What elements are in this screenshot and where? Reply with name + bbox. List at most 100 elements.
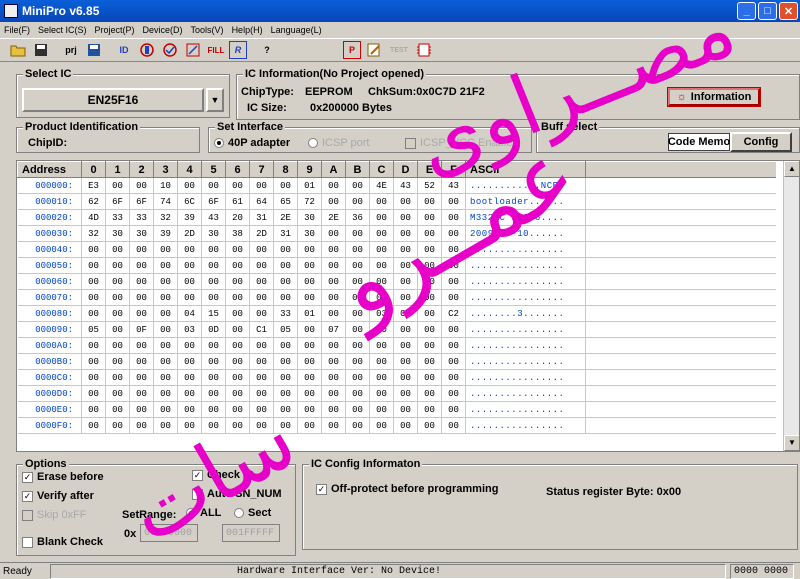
hex-byte-cell[interactable]: 00: [297, 417, 322, 434]
hex-byte-cell[interactable]: 64: [249, 193, 274, 210]
hex-byte-cell[interactable]: 00: [129, 289, 154, 306]
hex-byte-cell[interactable]: 00: [417, 337, 442, 354]
hex-byte-cell[interactable]: 00: [129, 385, 154, 402]
hex-byte-cell[interactable]: 00: [249, 401, 274, 418]
hex-byte-cell[interactable]: 00: [417, 289, 442, 306]
hex-byte-cell[interactable]: 00: [249, 241, 274, 258]
hex-byte-cell[interactable]: 4E: [369, 177, 394, 194]
hex-byte-cell[interactable]: 00: [393, 417, 418, 434]
hex-byte-cell[interactable]: 00: [129, 177, 154, 194]
hex-byte-cell[interactable]: 00: [153, 369, 178, 386]
hex-byte-cell[interactable]: 00: [249, 353, 274, 370]
range-start-input[interactable]: 00000000: [140, 524, 198, 542]
hex-byte-cell[interactable]: 00: [369, 417, 394, 434]
hex-byte-cell[interactable]: 36: [345, 209, 370, 226]
hex-byte-cell[interactable]: 00: [81, 369, 106, 386]
hex-byte-cell[interactable]: 00: [441, 385, 466, 402]
hex-byte-cell[interactable]: 04: [177, 305, 202, 322]
hex-byte-cell[interactable]: 07: [321, 321, 346, 338]
fill-icon[interactable]: FILL: [206, 40, 226, 60]
hex-byte-cell[interactable]: 31: [249, 209, 274, 226]
menu-device[interactable]: Device(D): [143, 25, 183, 35]
hex-byte-cell[interactable]: 20: [225, 209, 250, 226]
hex-byte-cell[interactable]: 74: [153, 193, 178, 210]
hex-byte-cell[interactable]: 00: [273, 353, 298, 370]
hex-byte-cell[interactable]: 00: [393, 225, 418, 242]
hex-byte-cell[interactable]: 00: [393, 385, 418, 402]
hex-byte-cell[interactable]: 00: [345, 241, 370, 258]
hex-byte-cell[interactable]: 00: [321, 353, 346, 370]
ascii-cell[interactable]: ................: [465, 385, 586, 402]
hex-byte-cell[interactable]: 00: [297, 401, 322, 418]
hex-byte-cell[interactable]: 00: [177, 257, 202, 274]
hex-byte-cell[interactable]: 00: [345, 401, 370, 418]
ascii-cell[interactable]: ................: [465, 401, 586, 418]
hex-byte-cell[interactable]: 00: [345, 177, 370, 194]
hex-byte-cell[interactable]: 00: [273, 273, 298, 290]
hex-byte-cell[interactable]: 00: [177, 369, 202, 386]
hex-byte-cell[interactable]: 00: [417, 273, 442, 290]
menu-project[interactable]: Project(P): [95, 25, 135, 35]
hex-byte-cell[interactable]: 00: [321, 177, 346, 194]
ascii-cell[interactable]: bootloader......: [465, 193, 586, 210]
ascii-cell[interactable]: M3329C 1.0.6....: [465, 209, 586, 226]
hex-byte-cell[interactable]: 00: [417, 401, 442, 418]
hex-byte-cell[interactable]: 00: [225, 417, 250, 434]
hex-byte-cell[interactable]: 65: [273, 193, 298, 210]
hex-byte-cell[interactable]: 00: [441, 225, 466, 242]
hex-byte-cell[interactable]: 00: [105, 417, 130, 434]
hex-byte-cell[interactable]: 00: [393, 257, 418, 274]
hex-byte-cell[interactable]: 00: [441, 241, 466, 258]
ascii-cell[interactable]: ................: [465, 241, 586, 258]
hex-byte-cell[interactable]: 00: [153, 353, 178, 370]
hex-byte-cell[interactable]: 00: [393, 193, 418, 210]
hex-byte-cell[interactable]: 00: [201, 385, 226, 402]
hex-byte-cell[interactable]: 00: [321, 369, 346, 386]
erase-icon[interactable]: [183, 40, 203, 60]
hex-byte-cell[interactable]: 33: [105, 209, 130, 226]
hex-byte-cell[interactable]: 00: [129, 241, 154, 258]
hex-byte-cell[interactable]: 03: [177, 321, 202, 338]
hex-byte-cell[interactable]: 00: [81, 289, 106, 306]
save-project-icon[interactable]: [84, 40, 104, 60]
hex-byte-cell[interactable]: 33: [273, 305, 298, 322]
hex-byte-cell[interactable]: 00: [297, 385, 322, 402]
hex-byte-cell[interactable]: 00: [105, 241, 130, 258]
hex-byte-cell[interactable]: 00: [249, 289, 274, 306]
hex-byte-cell[interactable]: 00: [321, 257, 346, 274]
scroll-down-icon[interactable]: ▼: [784, 435, 799, 451]
hex-byte-cell[interactable]: 00: [249, 177, 274, 194]
hex-byte-cell[interactable]: 38: [225, 225, 250, 242]
checkbox-verify-after[interactable]: ✓ Verify after: [22, 490, 94, 502]
hex-byte-cell[interactable]: 00: [441, 369, 466, 386]
hex-byte-cell[interactable]: 00: [345, 321, 370, 338]
hex-byte-cell[interactable]: 00: [321, 193, 346, 210]
checkbox-off-protect[interactable]: ✓ Off-protect before programming: [316, 483, 498, 495]
hex-byte-cell[interactable]: 00: [225, 305, 250, 322]
hex-byte-cell[interactable]: 00: [321, 241, 346, 258]
hex-byte-cell[interactable]: 00: [321, 417, 346, 434]
hex-byte-cell[interactable]: 00: [273, 177, 298, 194]
ascii-cell[interactable]: ................: [465, 273, 586, 290]
hex-byte-cell[interactable]: 33: [129, 209, 154, 226]
hex-byte-cell[interactable]: 00: [177, 289, 202, 306]
hex-byte-cell[interactable]: 00: [345, 289, 370, 306]
ascii-cell[interactable]: ............NCRC: [465, 177, 586, 194]
hex-byte-cell[interactable]: 00: [441, 401, 466, 418]
hex-byte-cell[interactable]: 00: [105, 289, 130, 306]
hex-byte-cell[interactable]: 00: [297, 337, 322, 354]
information-button[interactable]: ☼ Information: [667, 87, 761, 107]
hex-byte-cell[interactable]: 2E: [273, 209, 298, 226]
code-memo-tab[interactable]: Code Memo: [668, 133, 730, 151]
hex-byte-cell[interactable]: 00: [321, 337, 346, 354]
project-icon[interactable]: prj: [61, 40, 81, 60]
hex-byte-cell[interactable]: 6F: [105, 193, 130, 210]
ascii-cell[interactable]: ................: [465, 353, 586, 370]
hex-byte-cell[interactable]: 00: [297, 241, 322, 258]
hex-byte-cell[interactable]: 00: [105, 257, 130, 274]
hex-byte-cell[interactable]: 00: [345, 257, 370, 274]
hex-byte-cell[interactable]: 00: [249, 305, 274, 322]
hex-byte-cell[interactable]: 32: [81, 225, 106, 242]
hex-byte-cell[interactable]: 00: [297, 273, 322, 290]
hex-byte-cell[interactable]: 00: [321, 289, 346, 306]
